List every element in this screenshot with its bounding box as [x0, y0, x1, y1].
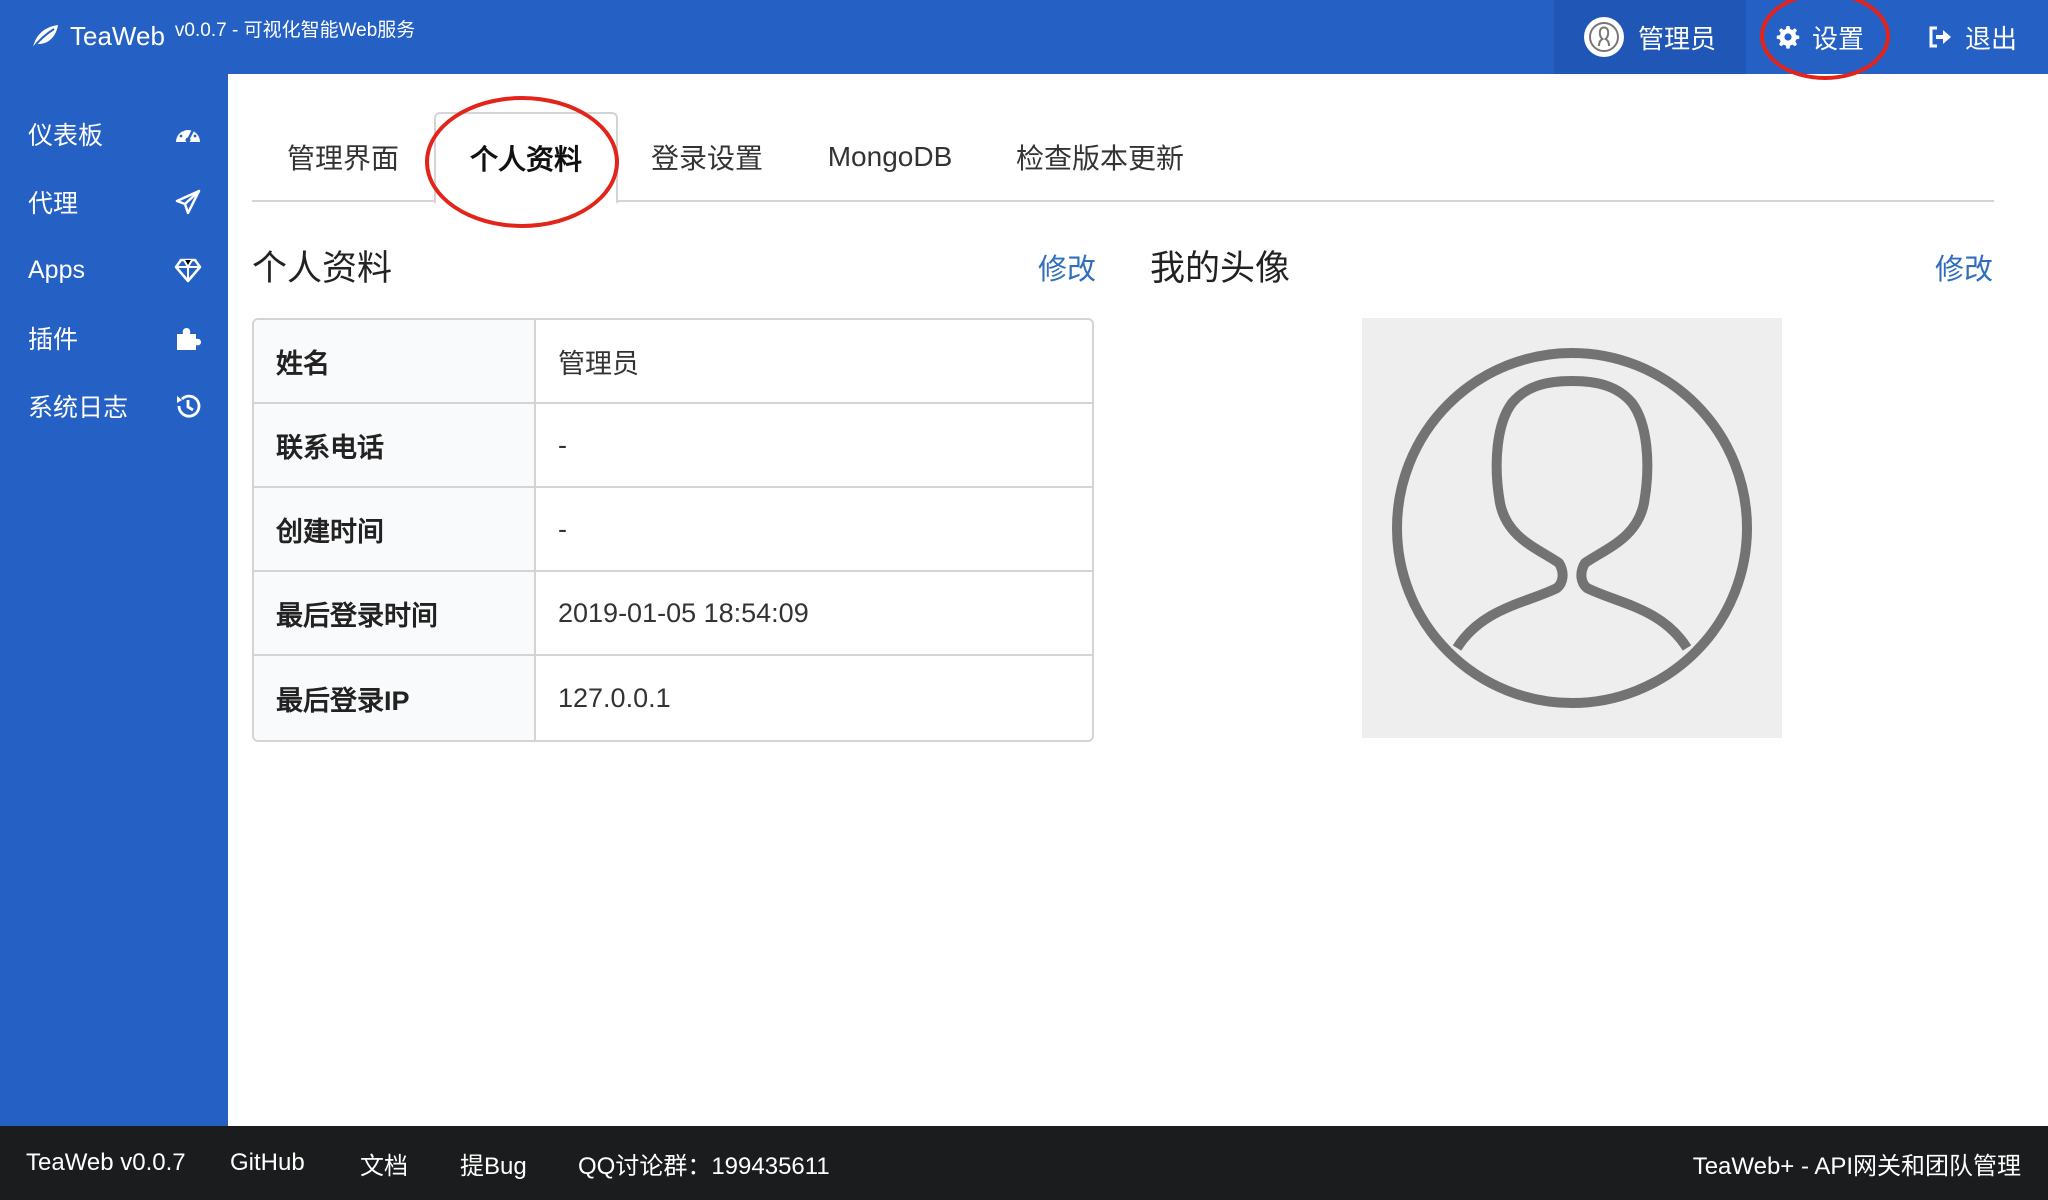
table-row: 最后登录IP 127.0.0.1: [254, 656, 1092, 740]
row-label: 最后登录IP: [254, 656, 536, 740]
sign-out-icon: [1929, 26, 1951, 48]
table-row: 创建时间 -: [254, 488, 1092, 572]
profile-edit-link[interactable]: 修改: [1038, 246, 1096, 288]
user-circle-icon: [1392, 348, 1752, 708]
history-icon: [177, 394, 201, 418]
user-menu[interactable]: 管理员: [1554, 0, 1746, 74]
sidebar-item-plugins[interactable]: 插件: [0, 310, 228, 366]
profile-title: 个人资料: [252, 249, 393, 288]
row-value: 2019-01-05 18:54:09: [558, 597, 809, 628]
dashboard-icon: [176, 126, 200, 143]
settings-link[interactable]: 设置: [1776, 0, 1864, 74]
sidebar-item-system-log[interactable]: 系统日志: [0, 378, 228, 434]
settings-label: 设置: [1812, 23, 1865, 54]
sidebar-item-label: 插件: [28, 326, 79, 354]
gear-icon: [1776, 26, 1800, 49]
avatar-image: [1362, 318, 1782, 738]
sidebar-item-dashboard[interactable]: 仪表板: [0, 106, 228, 162]
table-row: 姓名 管理员: [254, 320, 1092, 404]
row-value: -: [558, 513, 567, 544]
logout-link[interactable]: 退出: [1927, 0, 2017, 74]
sidebar-item-label: Apps: [28, 255, 85, 284]
footer-bug-link[interactable]: 提Bug: [460, 1126, 527, 1200]
row-value: 管理员: [558, 348, 639, 379]
footer: TeaWeb v0.0.7 GitHub 文档 提Bug QQ讨论群：19943…: [0, 1126, 2048, 1200]
tab-profile[interactable]: 个人资料: [434, 112, 618, 204]
tab-check-update[interactable]: 检查版本更新: [984, 112, 1216, 202]
footer-github-link[interactable]: GitHub: [230, 1126, 305, 1200]
sidebar-item-proxy[interactable]: 代理: [0, 174, 228, 230]
logout-label: 退出: [1965, 23, 2018, 54]
row-label: 创建时间: [254, 488, 536, 570]
footer-version: TeaWeb v0.0.7: [26, 1149, 186, 1176]
paper-plane-icon: [175, 189, 201, 215]
leaf-logo-icon: [32, 25, 58, 49]
avatar-title: 我的头像: [1150, 249, 1291, 288]
top-bar: TeaWeb v0.0.7 - 可视化智能Web服务 管理员 设置 退出: [0, 0, 2048, 74]
profile-table: 姓名 管理员 联系电话 - 创建时间 - 最后登录时间 2019-01-05 1…: [252, 318, 1094, 742]
sidebar-item-label: 仪表板: [28, 122, 104, 150]
row-label: 最后登录时间: [254, 572, 536, 654]
user-avatar-icon: [1584, 17, 1624, 57]
main-content: 管理界面 个人资料 登录设置 MongoDB 检查版本更新 个人资料 修改 姓名…: [228, 74, 2048, 1126]
table-row: 联系电话 -: [254, 404, 1092, 488]
sidebar-item-label: 系统日志: [28, 394, 129, 422]
sidebar-item-apps[interactable]: Apps: [0, 242, 228, 298]
sidebar-item-label: 代理: [28, 190, 79, 218]
puzzle-icon: [177, 328, 201, 350]
tab-login-settings[interactable]: 登录设置: [618, 112, 796, 202]
brand[interactable]: TeaWeb v0.0.7 - 可视化智能Web服务: [30, 18, 415, 54]
row-label: 联系电话: [254, 404, 536, 486]
row-label: 姓名: [254, 320, 536, 402]
row-value: -: [558, 429, 567, 460]
footer-promo-link[interactable]: TeaWeb+ - API网关和团队管理: [1693, 1126, 2021, 1200]
brand-version: v0.0.7 - 可视化智能Web服务: [174, 19, 416, 41]
diamond-icon: [174, 258, 202, 283]
footer-docs-link[interactable]: 文档: [360, 1126, 408, 1200]
sidebar: 仪表板 代理 Apps 插件 系统日志: [0, 74, 228, 1126]
footer-qq-group: QQ讨论群：199435611: [578, 1152, 830, 1180]
settings-tabs: 管理界面 个人资料 登录设置 MongoDB 检查版本更新: [252, 112, 1994, 204]
user-name: 管理员: [1638, 23, 1717, 54]
tab-mongodb[interactable]: MongoDB: [796, 112, 984, 202]
brand-name: TeaWeb: [70, 21, 165, 51]
row-value: 127.0.0.1: [558, 682, 671, 713]
tab-admin-ui[interactable]: 管理界面: [252, 112, 434, 202]
avatar-edit-link[interactable]: 修改: [1935, 246, 1993, 288]
table-row: 最后登录时间 2019-01-05 18:54:09: [254, 572, 1092, 656]
